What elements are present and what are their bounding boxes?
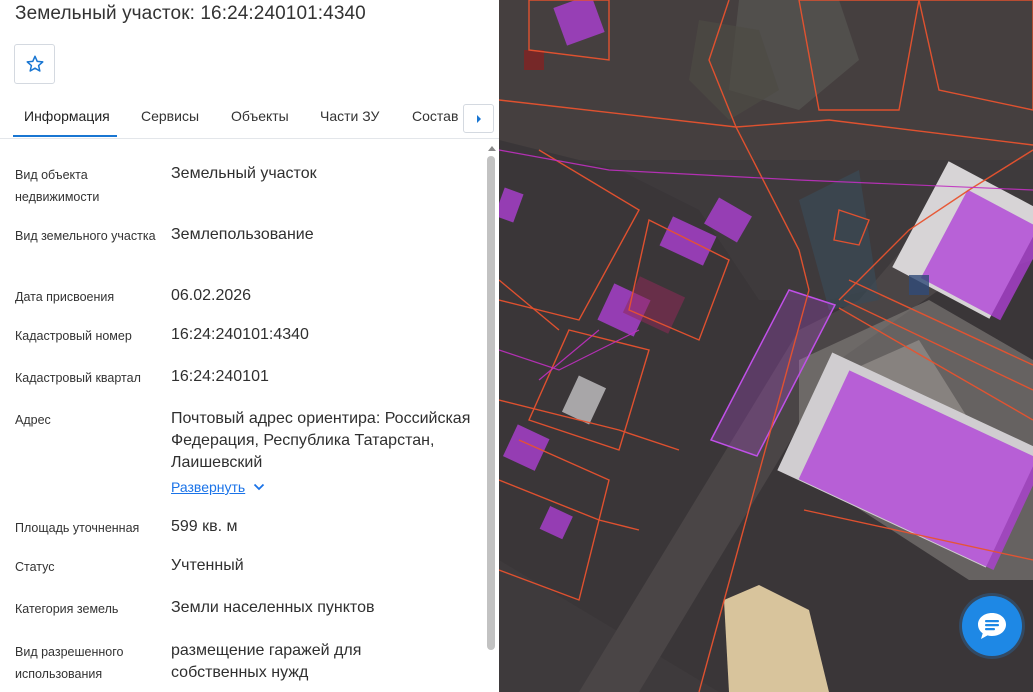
field-value-date-assigned: 06.02.2026 [171,287,252,304]
field-label-permitted-use: Вид разрешенного использования [15,645,124,681]
field-value-permitted-use: размещение гаражей для собственных нужд [171,642,362,681]
field-label-address: Адрес [15,413,51,427]
field-value-status: Учтенный [171,557,244,574]
field-label-cadastral-number: Кадастровый номер [15,329,132,343]
field-value-address: Почтовый адрес ориентира: Российская Фед… [171,410,471,471]
chevron-down-icon [254,483,265,491]
caret-right-icon [476,114,481,123]
tab-services[interactable]: Сервисы [141,108,199,124]
field-label-land-category: Категория земель [15,602,119,616]
field-label-land-type: Вид земельного участка [15,229,156,243]
tab-bar: Информация Сервисы Объекты Части ЗУ Сост… [0,98,499,139]
map-canvas[interactable] [499,0,1033,692]
chat-button[interactable] [962,596,1022,656]
field-value-land-type: Землепользование [171,226,314,243]
tab-parts[interactable]: Части ЗУ [320,108,379,124]
expand-label: Развернуть [171,479,246,495]
tabs-scroll-right-button[interactable] [463,104,494,133]
star-outline-icon [26,55,43,72]
field-label-area: Площадь уточненная [15,521,140,535]
page-title: Земельный участок: 16:24:240101:4340 [15,3,366,24]
tab-objects[interactable]: Объекты [231,108,289,124]
field-value-cadastral-block: 16:24:240101 [171,368,269,385]
scrollbar-thumb[interactable] [487,156,495,650]
field-label-status: Статус [15,560,55,574]
field-value-object-type: Земельный участок [171,165,317,182]
info-panel: Земельный участок: 16:24:240101:4340 Инф… [0,0,499,692]
field-value-land-category: Земли населенных пунктов [171,599,375,616]
expand-address-link[interactable]: Развернуть [171,479,265,495]
field-value-area: 599 кв. м [171,518,238,535]
chat-bubble-icon [978,613,1006,639]
active-tab-indicator [13,135,117,137]
field-label-date-assigned: Дата присвоения [15,290,115,304]
field-label-object-type: Вид объекта недвижимости [15,168,100,204]
tab-information[interactable]: Информация [24,108,110,124]
map-view[interactable] [499,0,1033,692]
info-list: Вид объекта недвижимости Земельный участ… [0,140,484,692]
scroll-up-arrow-icon[interactable] [488,146,496,151]
field-label-cadastral-block: Кадастровый квартал [15,371,141,385]
favorite-button[interactable] [14,44,55,84]
tab-composition[interactable]: Состав [412,108,458,124]
field-value-cadastral-number: 16:24:240101:4340 [171,326,309,343]
